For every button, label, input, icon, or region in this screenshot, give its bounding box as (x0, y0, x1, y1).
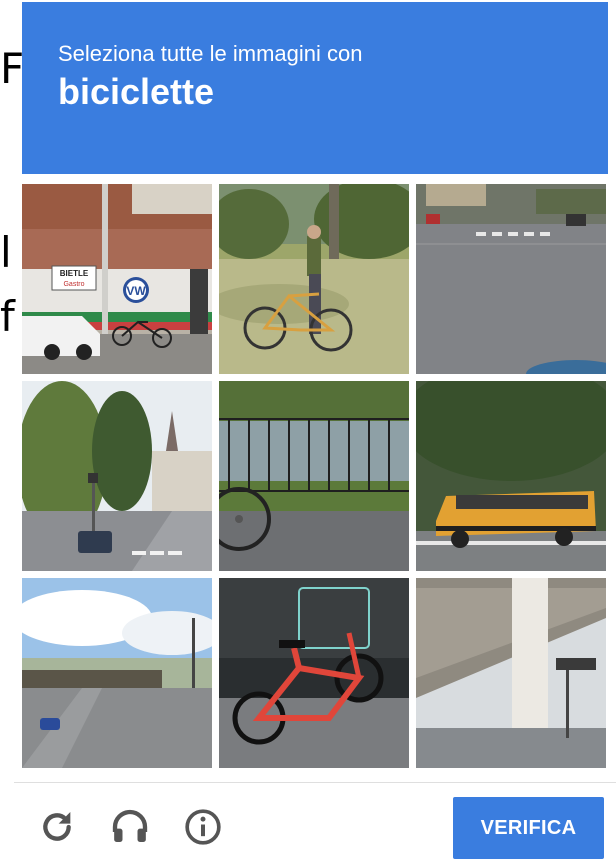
image-tile[interactable]: BIETLE Gastro VW (22, 184, 212, 374)
image-tile[interactable] (219, 381, 409, 571)
storefront-bicycle-image: BIETLE Gastro VW (22, 184, 212, 374)
verify-button[interactable]: VERIFICA (453, 797, 604, 859)
shop-sign-text: BIETLE (60, 269, 89, 278)
challenge-header: Seleziona tutte le immagini con biciclet… (22, 2, 608, 174)
image-tile[interactable] (416, 184, 606, 374)
park-bicycle-image (219, 184, 409, 374)
image-tile[interactable] (22, 381, 212, 571)
under-overpass-image (416, 578, 606, 768)
image-tile[interactable] (416, 578, 606, 768)
footer-divider (14, 782, 616, 783)
church-street-image (22, 381, 212, 571)
info-button[interactable] (178, 802, 228, 852)
headphones-icon (112, 809, 148, 842)
image-tile[interactable] (219, 184, 409, 374)
audio-challenge-button[interactable] (105, 802, 155, 852)
red-bicycle-image (219, 578, 409, 768)
captcha-page: F l f Seleziona tutte le immagini con bi… (0, 0, 616, 865)
background-text-fragment: f (0, 292, 15, 341)
reload-icon (43, 812, 71, 841)
svg-text:VW: VW (126, 284, 146, 298)
image-tile[interactable] (416, 381, 606, 571)
image-tile[interactable] (22, 578, 212, 768)
challenge-instruction: Seleziona tutte le immagini con (58, 41, 363, 66)
school-bus-image (416, 381, 606, 571)
background-text-fragment: l (0, 228, 12, 277)
overpass-image (22, 578, 212, 768)
challenge-keyword: biciclette (58, 71, 215, 112)
image-grid: BIETLE Gastro VW (22, 184, 606, 768)
reload-button[interactable] (32, 802, 82, 852)
shop-sign-subtext: Gastro (63, 281, 84, 288)
image-tile[interactable] (219, 578, 409, 768)
info-icon (185, 809, 221, 845)
road-intersection-image (416, 184, 606, 374)
fence-bicycle-wheel-image (219, 381, 409, 571)
background-text-fragment: F (0, 44, 25, 93)
